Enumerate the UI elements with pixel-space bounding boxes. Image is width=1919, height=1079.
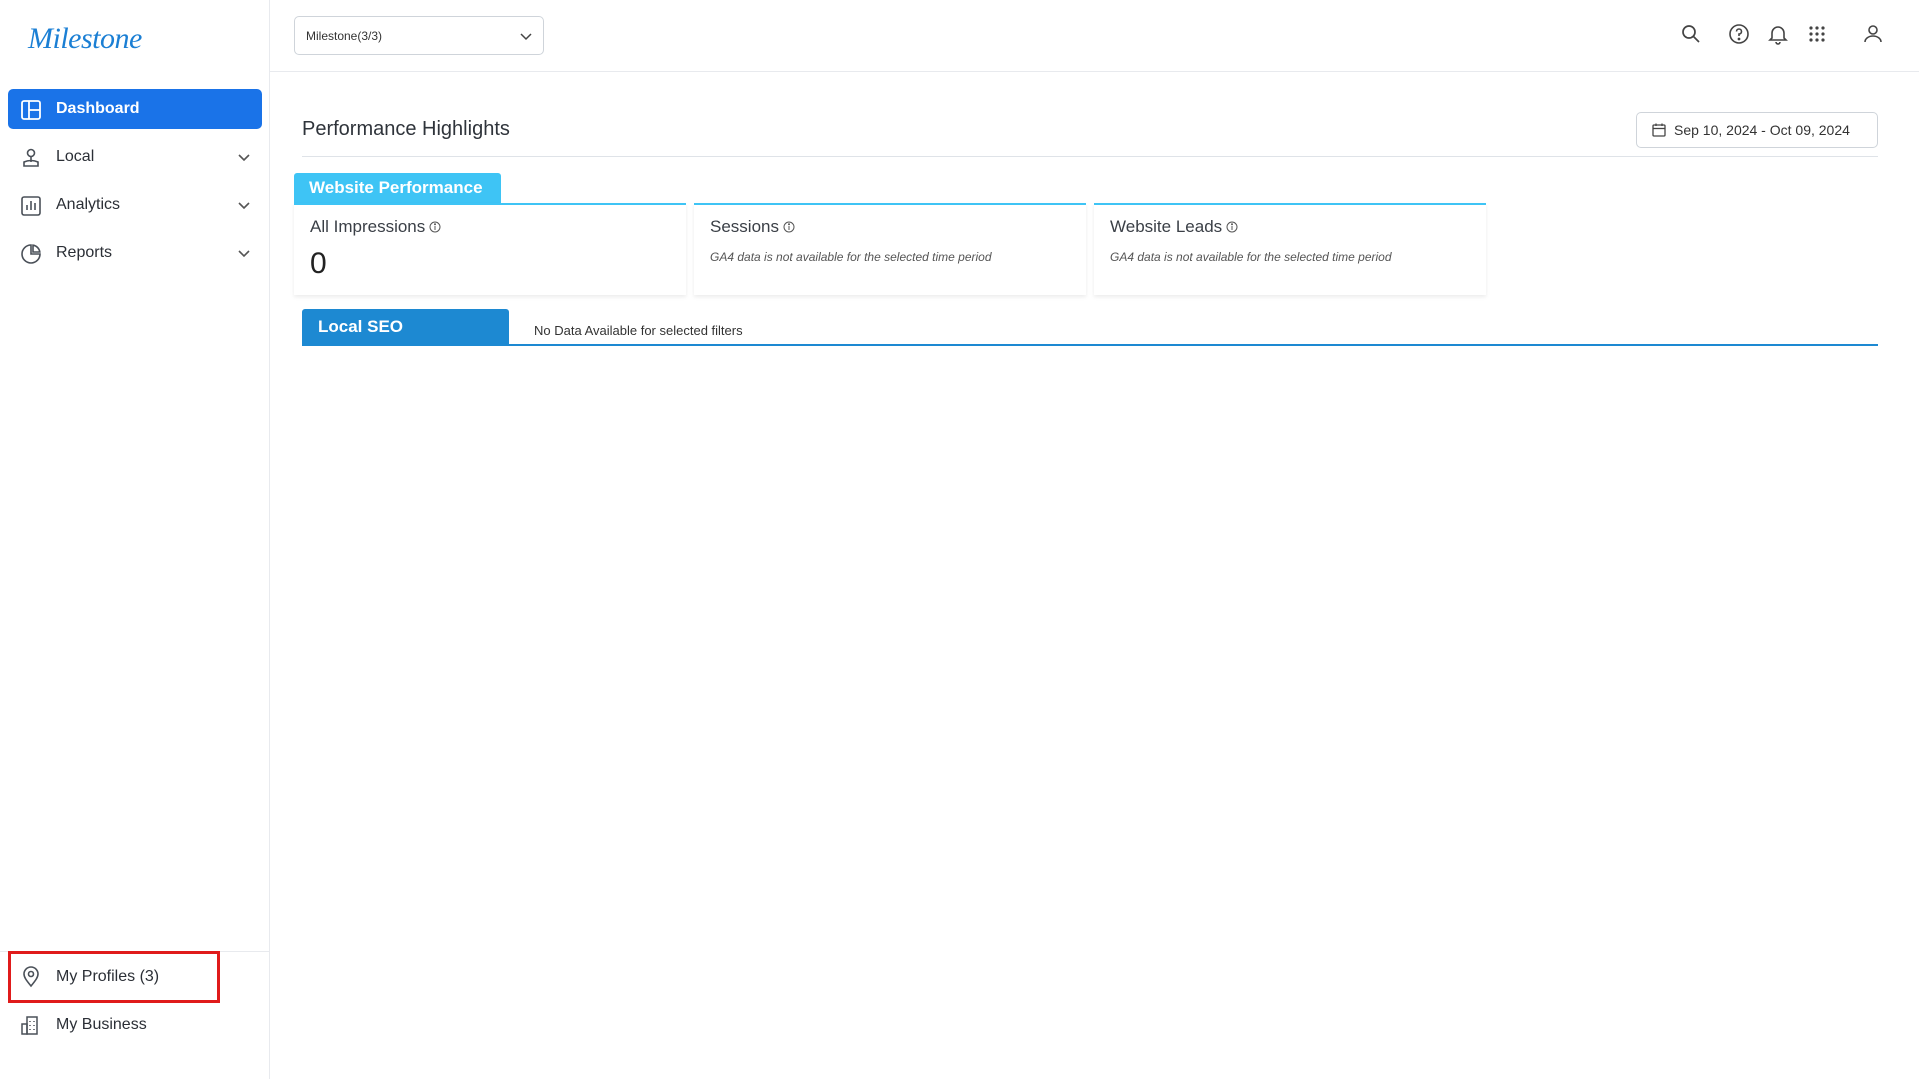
metric-value: 0	[310, 247, 327, 280]
building-icon	[20, 1014, 42, 1036]
sidebar-item-my-business[interactable]: My Business	[8, 1003, 262, 1047]
divider	[302, 156, 1878, 157]
info-icon[interactable]	[1226, 221, 1238, 233]
date-range-picker[interactable]: Sep 10, 2024 - Oct 09, 2024	[1636, 112, 1878, 148]
metric-title-text: Website Leads	[1110, 217, 1223, 236]
chevron-down-icon[interactable]	[236, 149, 252, 165]
help-icon[interactable]	[1727, 22, 1751, 46]
sidebar-item-label: Dashboard	[56, 100, 140, 117]
info-icon[interactable]	[429, 221, 441, 233]
metric-card-title: All Impressions	[310, 217, 441, 237]
main-content: Performance Highlights Sep 10, 2024 - Oc…	[270, 72, 1919, 1079]
tab-local-seo[interactable]: Local SEO	[302, 309, 509, 344]
account-selector-value: Milestone(3/3)	[306, 29, 383, 43]
dashboard-icon	[20, 99, 42, 121]
divider	[302, 344, 1878, 346]
analytics-chart-icon	[20, 195, 42, 217]
topbar: Milestone(3/3)	[270, 0, 1919, 72]
apps-grid-icon[interactable]	[1805, 22, 1829, 46]
pie-chart-icon	[20, 243, 42, 265]
local-pin-icon	[20, 147, 42, 169]
sidebar-item-label: My Business	[56, 1016, 147, 1033]
chevron-down-icon[interactable]	[236, 197, 252, 213]
sidebar-item-label: Reports	[56, 244, 113, 261]
sidebar-nav: Dashboard Local Analytics Reports	[8, 89, 262, 281]
sidebar-item-analytics[interactable]: Analytics	[8, 185, 262, 225]
date-range-value: Sep 10, 2024 - Oct 09, 2024	[1674, 122, 1850, 138]
sidebar-item-local[interactable]: Local	[8, 137, 262, 177]
highlight-box	[8, 951, 220, 1003]
app: Milestone Dashboard Local Analytics Repo…	[0, 0, 1919, 1079]
tab-website-performance[interactable]: Website Performance	[294, 173, 501, 203]
chevron-down-icon	[519, 29, 533, 43]
empty-state-message: No Data Available for selected filters	[534, 323, 743, 338]
calendar-icon	[1651, 122, 1667, 138]
sidebar-item-reports[interactable]: Reports	[8, 233, 262, 273]
metric-card-title: Sessions	[710, 217, 795, 237]
user-icon[interactable]	[1861, 22, 1885, 46]
sidebar-item-dashboard[interactable]: Dashboard	[8, 89, 262, 129]
metric-card-website-leads: Website Leads GA4 data is not available …	[1094, 203, 1486, 295]
metric-note: GA4 data is not available for the select…	[1110, 250, 1392, 264]
page-title: Performance Highlights	[302, 118, 510, 140]
metric-card-all-impressions: All Impressions 0	[294, 203, 686, 295]
metric-card-sessions: Sessions GA4 data is not available for t…	[694, 203, 1086, 295]
info-icon[interactable]	[783, 221, 795, 233]
sidebar-item-label: Analytics	[56, 196, 121, 213]
metric-note: GA4 data is not available for the select…	[710, 250, 992, 264]
top-icons	[1679, 22, 1919, 48]
search-icon[interactable]	[1679, 22, 1703, 46]
sidebar-item-label: Local	[56, 148, 95, 165]
chevron-down-icon[interactable]	[236, 245, 252, 261]
app-logo[interactable]: Milestone	[28, 22, 142, 56]
metric-title-text: All Impressions	[310, 217, 426, 236]
metric-card-title: Website Leads	[1110, 217, 1238, 237]
account-selector[interactable]: Milestone(3/3)	[294, 16, 544, 55]
sidebar: Milestone Dashboard Local Analytics Repo…	[0, 0, 270, 1079]
bell-icon[interactable]	[1766, 22, 1790, 46]
metric-title-text: Sessions	[710, 217, 779, 236]
